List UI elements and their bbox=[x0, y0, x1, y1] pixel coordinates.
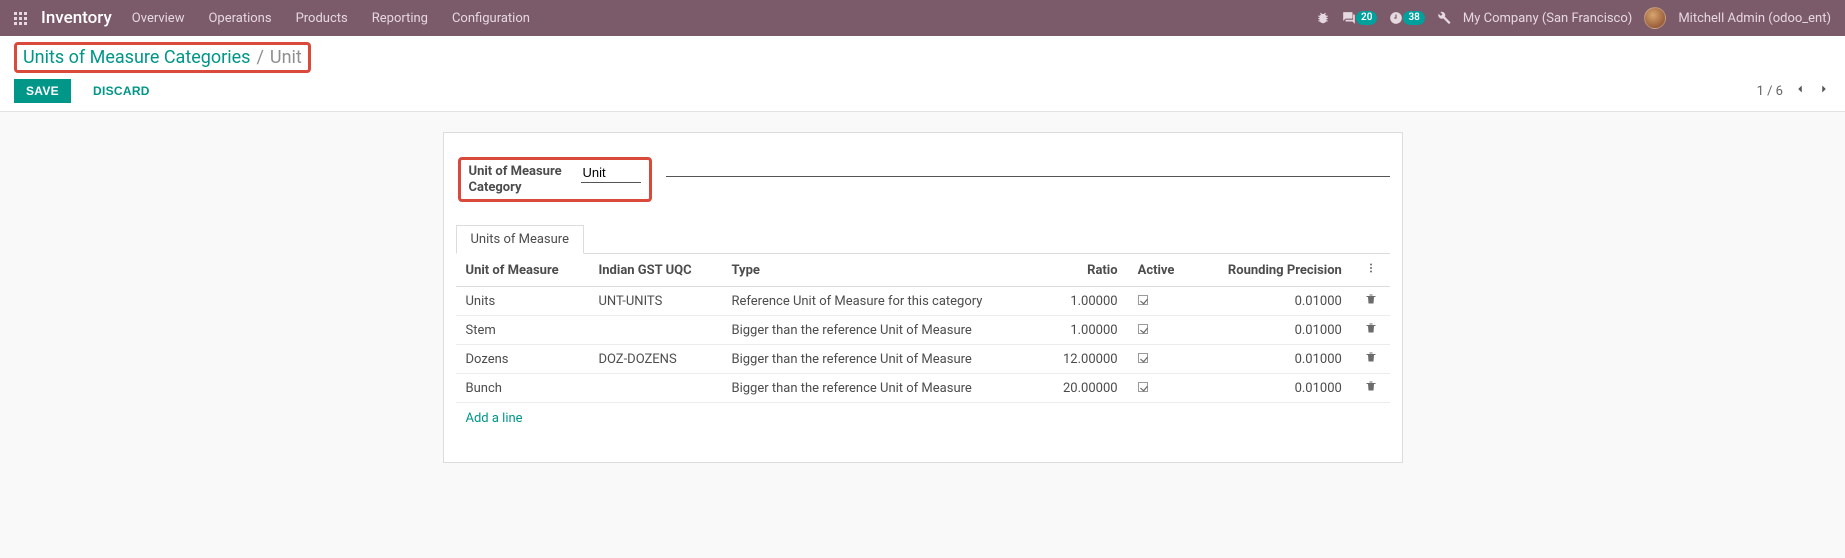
cell-active[interactable] bbox=[1128, 287, 1195, 316]
activity-count-badge: 38 bbox=[1403, 11, 1424, 25]
table-row[interactable]: Bunch Bigger than the reference Unit of M… bbox=[456, 374, 1390, 403]
discard-button[interactable]: DISCARD bbox=[87, 83, 156, 99]
tools-icon[interactable] bbox=[1437, 11, 1451, 25]
breadcrumb-parent[interactable]: Units of Measure Categories bbox=[23, 47, 250, 68]
form-sheet: Unit of Measure Category Units of Measur… bbox=[443, 132, 1403, 463]
tab-units-of-measure[interactable]: Units of Measure bbox=[456, 225, 584, 254]
category-field-group: Unit of Measure Category bbox=[458, 157, 652, 202]
th-active[interactable]: Active bbox=[1128, 254, 1195, 287]
th-uqc[interactable]: Indian GST UQC bbox=[588, 254, 721, 287]
uom-table: Unit of Measure Indian GST UQC Type Rati… bbox=[456, 254, 1390, 403]
table-row[interactable]: DozensDOZ-DOZENSBigger than the referenc… bbox=[456, 345, 1390, 374]
cell-uqc[interactable]: DOZ-DOZENS bbox=[588, 345, 721, 374]
cell-ratio[interactable]: 20.00000 bbox=[1040, 374, 1128, 403]
cell-uqc[interactable] bbox=[588, 316, 721, 345]
cell-type[interactable]: Bigger than the reference Unit of Measur… bbox=[722, 316, 1040, 345]
cell-uom[interactable]: Units bbox=[456, 287, 589, 316]
cell-uqc[interactable]: UNT-UNITS bbox=[588, 287, 721, 316]
cell-uom[interactable]: Dozens bbox=[456, 345, 589, 374]
menu-configuration[interactable]: Configuration bbox=[452, 11, 530, 26]
pager-next-icon[interactable] bbox=[1817, 82, 1831, 100]
breadcrumb-separator: / bbox=[256, 47, 263, 68]
app-name[interactable]: Inventory bbox=[41, 8, 112, 28]
table-row[interactable]: Stem Bigger than the reference Unit of Me… bbox=[456, 316, 1390, 345]
apps-icon[interactable] bbox=[14, 12, 27, 25]
cell-type[interactable]: Bigger than the reference Unit of Measur… bbox=[722, 345, 1040, 374]
cell-delete[interactable] bbox=[1352, 316, 1390, 345]
table-row[interactable]: UnitsUNT-UNITSReference Unit of Measure … bbox=[456, 287, 1390, 316]
clock-icon bbox=[1389, 11, 1403, 25]
trash-icon[interactable] bbox=[1365, 381, 1377, 396]
message-count-badge: 20 bbox=[1356, 11, 1377, 25]
menu-operations[interactable]: Operations bbox=[208, 11, 271, 26]
company-selector[interactable]: My Company (San Francisco) bbox=[1463, 11, 1632, 26]
form-view: Unit of Measure Category Units of Measur… bbox=[0, 112, 1845, 483]
breadcrumb: Units of Measure Categories / Unit bbox=[14, 42, 311, 73]
user-menu[interactable]: Mitchell Admin (odoo_ent) bbox=[1678, 11, 1831, 26]
cell-type[interactable]: Bigger than the reference Unit of Measur… bbox=[722, 374, 1040, 403]
cell-ratio[interactable]: 12.00000 bbox=[1040, 345, 1128, 374]
cell-uqc[interactable] bbox=[588, 374, 721, 403]
th-options[interactable] bbox=[1352, 254, 1390, 287]
trash-icon[interactable] bbox=[1365, 294, 1377, 309]
cell-delete[interactable] bbox=[1352, 287, 1390, 316]
th-ratio[interactable]: Ratio bbox=[1040, 254, 1128, 287]
cell-delete[interactable] bbox=[1352, 374, 1390, 403]
cell-active[interactable] bbox=[1128, 374, 1195, 403]
field-underline bbox=[666, 169, 1390, 177]
cell-rounding[interactable]: 0.01000 bbox=[1194, 374, 1351, 403]
add-line-button[interactable]: Add a line bbox=[456, 403, 533, 434]
cell-uom[interactable]: Bunch bbox=[456, 374, 589, 403]
active-checkbox[interactable] bbox=[1138, 382, 1148, 392]
category-input[interactable] bbox=[581, 164, 641, 183]
menu-products[interactable]: Products bbox=[296, 11, 348, 26]
control-panel: Units of Measure Categories / Unit SAVE … bbox=[0, 36, 1845, 112]
active-checkbox[interactable] bbox=[1138, 353, 1148, 363]
navbar: Inventory Overview Operations Products R… bbox=[0, 0, 1845, 36]
cell-ratio[interactable]: 1.00000 bbox=[1040, 287, 1128, 316]
active-checkbox[interactable] bbox=[1138, 295, 1148, 305]
cell-rounding[interactable]: 0.01000 bbox=[1194, 345, 1351, 374]
pager: 1 / 6 bbox=[1757, 82, 1831, 100]
trash-icon[interactable] bbox=[1365, 352, 1377, 367]
debug-icon[interactable] bbox=[1316, 11, 1330, 25]
activities-button[interactable]: 38 bbox=[1389, 11, 1424, 25]
pager-prev-icon[interactable] bbox=[1793, 82, 1807, 100]
avatar[interactable] bbox=[1644, 7, 1666, 29]
cell-uom[interactable]: Stem bbox=[456, 316, 589, 345]
active-checkbox[interactable] bbox=[1138, 324, 1148, 334]
cell-active[interactable] bbox=[1128, 316, 1195, 345]
category-label: Unit of Measure Category bbox=[469, 164, 581, 195]
cell-ratio[interactable]: 1.00000 bbox=[1040, 316, 1128, 345]
cell-rounding[interactable]: 0.01000 bbox=[1194, 287, 1351, 316]
notebook-tabs: Units of Measure bbox=[456, 224, 1390, 254]
th-rounding[interactable]: Rounding Precision bbox=[1194, 254, 1351, 287]
cell-type[interactable]: Reference Unit of Measure for this categ… bbox=[722, 287, 1040, 316]
save-button[interactable]: SAVE bbox=[14, 79, 71, 103]
menu-reporting[interactable]: Reporting bbox=[372, 11, 428, 26]
menu-overview[interactable]: Overview bbox=[132, 11, 185, 26]
messaging-button[interactable]: 20 bbox=[1342, 11, 1377, 25]
breadcrumb-current: Unit bbox=[270, 47, 302, 68]
comments-icon bbox=[1342, 11, 1356, 25]
cell-delete[interactable] bbox=[1352, 345, 1390, 374]
th-uom[interactable]: Unit of Measure bbox=[456, 254, 589, 287]
pager-value[interactable]: 1 / 6 bbox=[1757, 84, 1783, 99]
trash-icon[interactable] bbox=[1365, 323, 1377, 338]
th-type[interactable]: Type bbox=[722, 254, 1040, 287]
cell-active[interactable] bbox=[1128, 345, 1195, 374]
main-menu: Overview Operations Products Reporting C… bbox=[132, 11, 530, 26]
cell-rounding[interactable]: 0.01000 bbox=[1194, 316, 1351, 345]
